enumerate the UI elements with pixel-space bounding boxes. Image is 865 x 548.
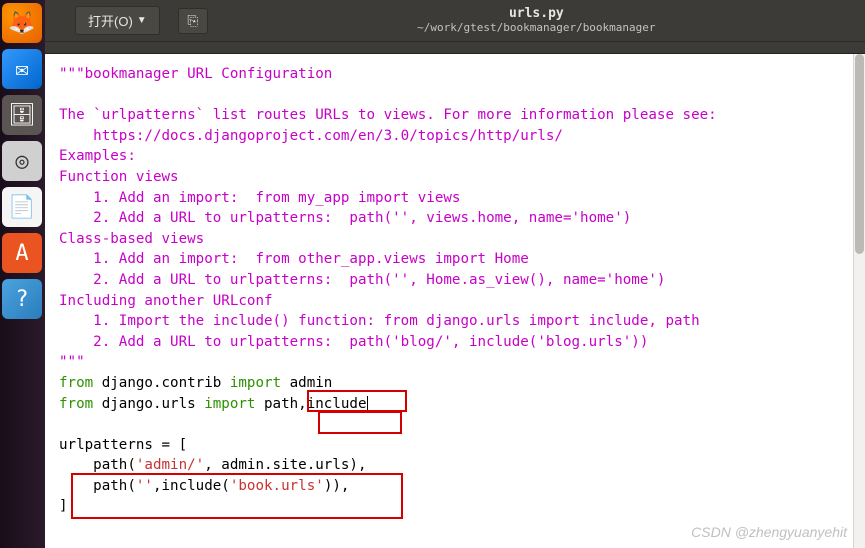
string-literal: 'admin/' [136, 457, 204, 473]
code-text: path( [59, 457, 136, 473]
chevron-down-icon: ▼ [137, 15, 147, 26]
keyword: import [230, 375, 281, 391]
scrollbar-thumb[interactable] [855, 54, 864, 254]
ubuntu-software-icon[interactable]: A [2, 233, 42, 273]
code-line: urlpatterns = [ [59, 437, 187, 453]
code-line: The `urlpatterns` list routes URLs to vi… [59, 107, 717, 123]
code-line: """ [59, 354, 85, 370]
window-filepath: ~/work/gtest/bookmanager/bookmanager [208, 22, 865, 34]
code-line: Examples: [59, 148, 136, 164]
thunderbird-icon[interactable]: ✉ [2, 49, 42, 89]
code-line: ] [59, 498, 68, 514]
libreoffice-writer-icon[interactable]: 📄 [2, 187, 42, 227]
code-line: 2. Add a URL to urlpatterns: path('', vi… [59, 210, 631, 226]
code-line: https://docs.djangoproject.com/en/3.0/to… [59, 128, 563, 144]
string-literal: '' [136, 478, 153, 494]
tab-strip [45, 42, 865, 54]
code-line: 2. Add a URL to urlpatterns: path('', Ho… [59, 272, 665, 288]
rhythmbox-icon[interactable]: ◎ [2, 141, 42, 181]
code-text: include [307, 396, 367, 412]
watermark: CSDN @zhengyuanyehit [691, 524, 847, 540]
window-titlebar: 打开(O) ▼ ⎘ urls.py ~/work/gtest/bookmanag… [45, 0, 865, 42]
open-button-label: 打开(O) [88, 11, 133, 30]
ubuntu-dock: 🦊 ✉ 🗄 ◎ 📄 A ? [0, 0, 45, 548]
code-text: path, [255, 396, 306, 412]
code-line: """bookmanager URL Configuration [59, 66, 332, 82]
code-text: path( [59, 478, 136, 494]
code-line: 1. Add an import: from my_app import vie… [59, 190, 460, 206]
string-literal: 'book.urls' [230, 478, 324, 494]
help-icon[interactable]: ? [2, 279, 42, 319]
code-line: Including another URLconf [59, 293, 273, 309]
new-tab-button[interactable]: ⎘ [178, 8, 208, 34]
vertical-scrollbar[interactable] [853, 54, 865, 548]
text-cursor [367, 396, 368, 410]
code-text: , admin.site.urls), [204, 457, 366, 473]
new-tab-icon: ⎘ [187, 13, 198, 29]
code-editor[interactable]: """bookmanager URL Configuration The `ur… [45, 54, 865, 548]
code-text: admin [281, 375, 332, 391]
code-line: 1. Import the include() function: from d… [59, 313, 700, 329]
title-center: urls.py ~/work/gtest/bookmanager/bookman… [208, 7, 865, 33]
code-line: Class-based views [59, 231, 204, 247]
code-line: Function views [59, 169, 179, 185]
firefox-icon[interactable]: 🦊 [2, 3, 42, 43]
open-button[interactable]: 打开(O) ▼ [75, 6, 160, 35]
code-text: django.urls [93, 396, 204, 412]
keyword: from [59, 396, 93, 412]
code-text: ,include( [153, 478, 230, 494]
files-icon[interactable]: 🗄 [2, 95, 42, 135]
window-filename: urls.py [208, 7, 865, 21]
keyword: from [59, 375, 93, 391]
code-text: )), [324, 478, 350, 494]
code-line: 2. Add a URL to urlpatterns: path('blog/… [59, 334, 648, 350]
keyword: import [204, 396, 255, 412]
code-line: 1. Add an import: from other_app.views i… [59, 251, 529, 267]
code-text: django.contrib [93, 375, 230, 391]
